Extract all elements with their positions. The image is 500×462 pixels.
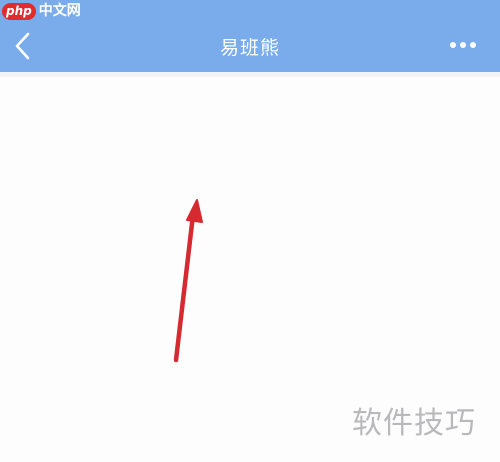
app-screen: php 中文网 易班熊 软件技巧: [0, 0, 500, 462]
site-logo: php 中文网: [2, 1, 81, 21]
watermark-text: 软件技巧: [352, 406, 476, 441]
top-navigation-bar: php 中文网 易班熊: [0, 0, 500, 72]
more-horizontal-icon: [450, 42, 476, 48]
back-button[interactable]: [4, 26, 40, 66]
more-options-button[interactable]: [446, 32, 480, 60]
logo-badge: php: [2, 2, 36, 20]
logo-text: 中文网: [38, 3, 81, 19]
chevron-left-icon: [15, 32, 30, 60]
page-title: 易班熊: [219, 37, 280, 59]
